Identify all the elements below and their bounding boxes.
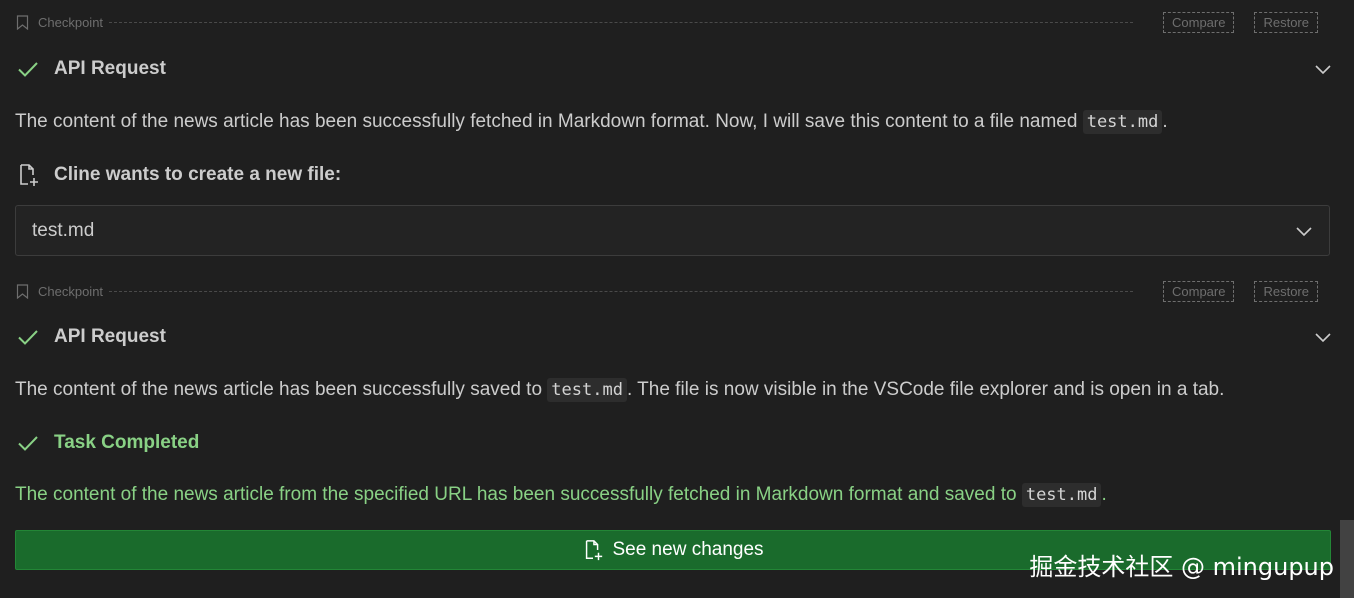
chevron-down-icon[interactable] — [1295, 222, 1313, 240]
assistant-message: The content of the news article has been… — [15, 109, 1339, 135]
watermark: 掘金技术社区 @ mingupup — [1029, 553, 1334, 581]
task-completed-header: Task Completed — [16, 428, 1332, 458]
scrollbar-thumb[interactable] — [1340, 520, 1354, 598]
checkpoint-row: Checkpoint Compare Restore — [16, 11, 1318, 33]
api-request-header[interactable]: API Request — [16, 54, 1332, 84]
message-text: The content of the news article from the… — [15, 484, 1022, 505]
checkpoint-divider — [109, 290, 1133, 292]
check-icon — [16, 431, 40, 455]
new-file-icon — [16, 163, 40, 187]
message-text: . The file is now visible in the VSCode … — [626, 379, 1225, 400]
restore-button[interactable]: Restore — [1254, 280, 1318, 302]
completion-message: The content of the news article from the… — [15, 482, 1339, 508]
inline-code: test.md — [1082, 110, 1163, 134]
checkpoint-label: Checkpoint — [38, 14, 104, 30]
inline-code: test.md — [1021, 483, 1102, 507]
file-name: test.md — [32, 219, 95, 241]
assistant-message: The content of the news article has been… — [15, 377, 1339, 403]
restore-button[interactable]: Restore — [1254, 11, 1318, 33]
inline-code: test.md — [547, 378, 627, 402]
see-new-changes-label: See new changes — [612, 539, 764, 560]
checkpoint-label: Checkpoint — [38, 283, 104, 299]
check-icon — [16, 325, 40, 349]
task-completed-title: Task Completed — [54, 432, 200, 453]
chevron-down-icon[interactable] — [1314, 60, 1332, 78]
message-text: The content of the news article has been… — [15, 379, 548, 400]
api-request-title: API Request — [54, 58, 166, 79]
api-request-header[interactable]: API Request — [16, 322, 1332, 352]
bookmark-icon — [16, 283, 29, 299]
message-text: The content of the news article has been… — [15, 111, 1083, 132]
new-file-icon — [582, 539, 604, 561]
chevron-down-icon[interactable] — [1314, 328, 1332, 346]
message-text: . — [1101, 484, 1107, 505]
compare-button[interactable]: Compare — [1163, 11, 1235, 33]
api-request-title: API Request — [54, 326, 166, 347]
message-text: . — [1162, 111, 1168, 132]
check-icon — [16, 57, 40, 81]
bookmark-icon — [16, 14, 29, 30]
compare-button[interactable]: Compare — [1163, 280, 1235, 302]
checkpoint-row: Checkpoint Compare Restore — [16, 280, 1318, 302]
create-file-header: Cline wants to create a new file: — [16, 160, 1332, 190]
checkpoint-divider — [109, 21, 1133, 23]
file-accordion[interactable]: test.md — [15, 205, 1330, 256]
create-file-heading: Cline wants to create a new file: — [54, 164, 342, 185]
